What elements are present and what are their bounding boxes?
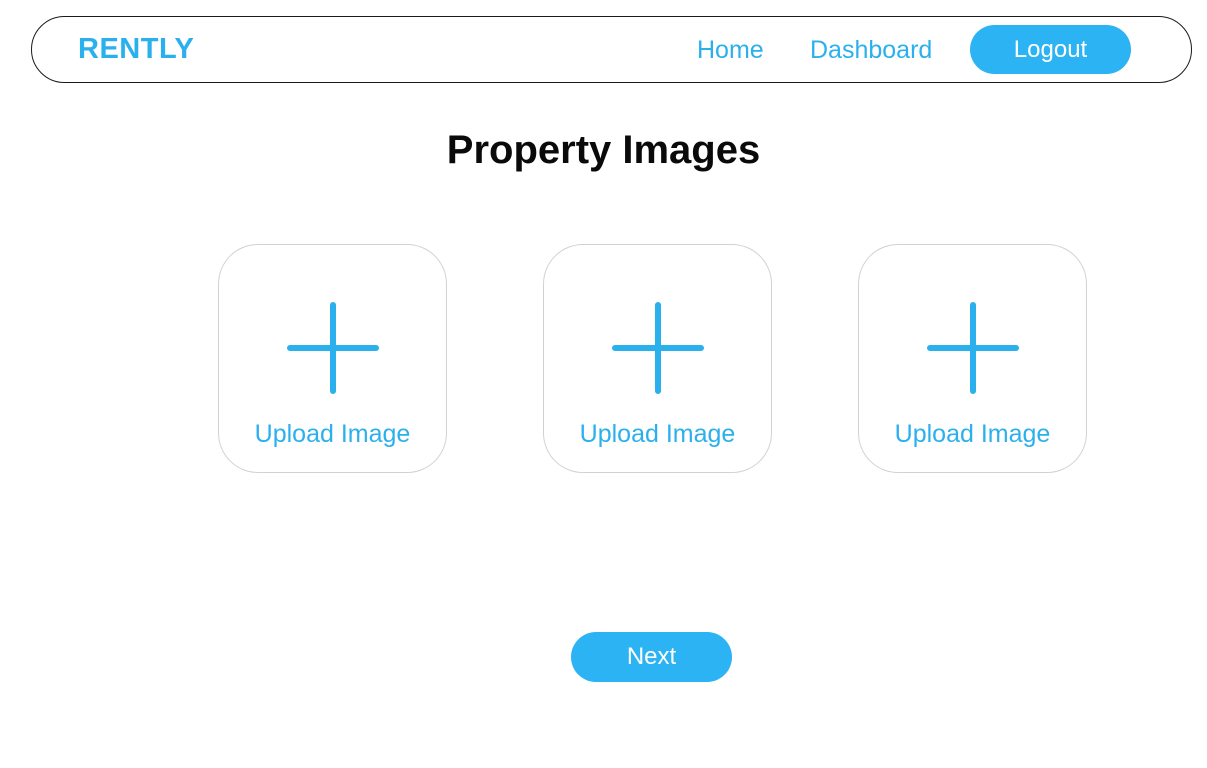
upload-image-card-3[interactable]: Upload Image: [858, 244, 1087, 473]
plus-icon: [611, 301, 705, 395]
top-navbar: RENTLY Home Dashboard Logout: [31, 16, 1192, 83]
plus-icon: [926, 301, 1020, 395]
plus-icon: [286, 301, 380, 395]
nav-link-home[interactable]: Home: [697, 35, 764, 65]
upload-image-card-2[interactable]: Upload Image: [543, 244, 772, 473]
upload-image-card-1[interactable]: Upload Image: [218, 244, 447, 473]
next-button[interactable]: Next: [571, 632, 732, 682]
brand-logo[interactable]: RENTLY: [78, 32, 194, 66]
page: RENTLY Home Dashboard Logout Property Im…: [0, 0, 1207, 768]
nav-link-dashboard[interactable]: Dashboard: [810, 35, 932, 65]
page-title: Property Images: [446, 128, 761, 172]
upload-image-label: Upload Image: [579, 420, 736, 448]
upload-image-label: Upload Image: [254, 420, 411, 448]
upload-image-label: Upload Image: [894, 420, 1051, 448]
logout-button[interactable]: Logout: [970, 25, 1131, 74]
